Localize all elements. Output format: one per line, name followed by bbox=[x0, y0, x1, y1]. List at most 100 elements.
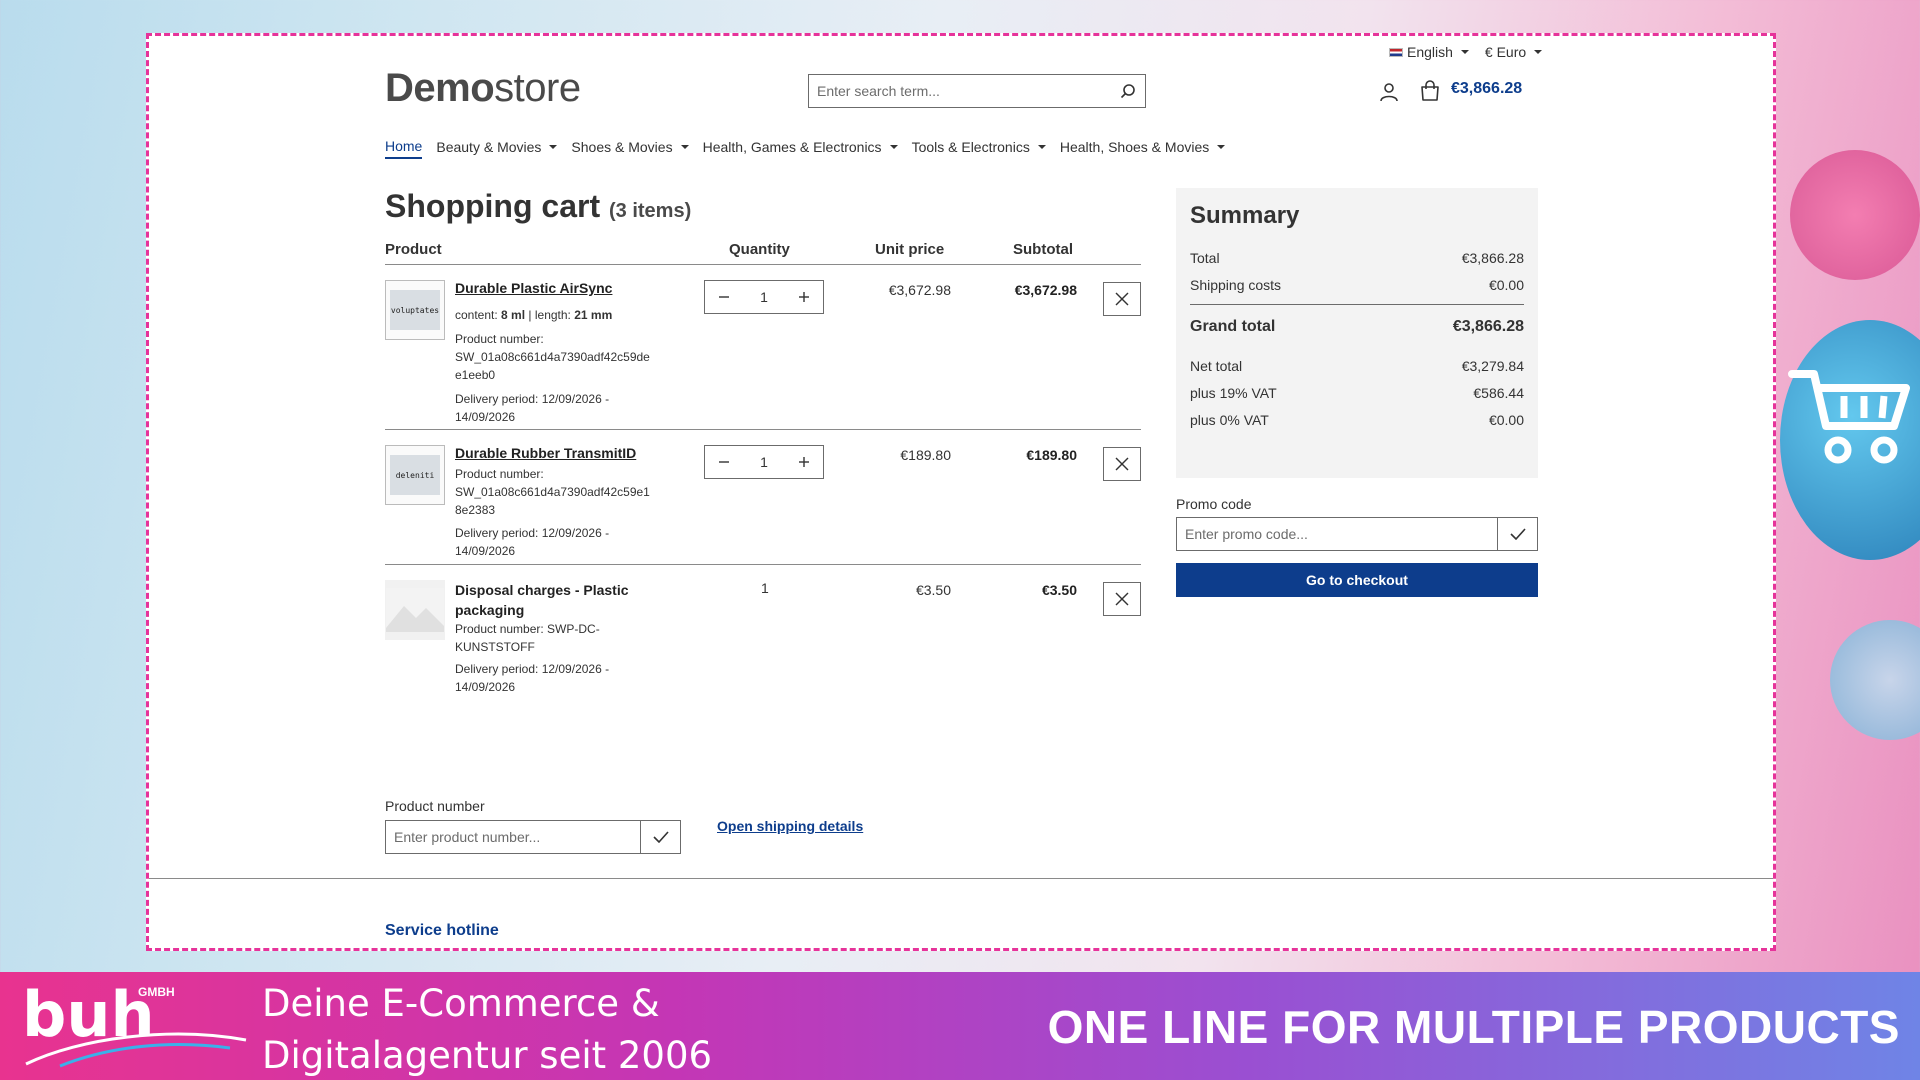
line-subtotal: €189.80 bbox=[1026, 447, 1077, 463]
checkmark-icon bbox=[652, 831, 669, 843]
currency-selector[interactable]: € Euro bbox=[1485, 44, 1543, 60]
quantity-value[interactable]: 1 bbox=[743, 454, 785, 470]
add-product-button[interactable] bbox=[640, 821, 680, 853]
summary-value: €586.44 bbox=[1473, 384, 1524, 401]
buh-logo: buh GMBH bbox=[22, 980, 247, 1068]
remove-item-button[interactable] bbox=[1103, 282, 1141, 316]
product-name-link[interactable]: Durable Plastic AirSync bbox=[455, 280, 612, 296]
cart-total[interactable]: €3,866.28 bbox=[1451, 80, 1522, 98]
decorative-cart-icon bbox=[1788, 370, 1910, 464]
summary-label: Total bbox=[1190, 249, 1220, 266]
product-name-link[interactable]: Durable Rubber TransmitID bbox=[455, 445, 636, 461]
nav-item-shoes-movies[interactable]: Shoes & Movies bbox=[571, 138, 689, 159]
variant-label: length: bbox=[534, 308, 571, 322]
product-name: Disposal charges - Plastic packaging bbox=[455, 580, 645, 620]
page-title: Shopping cart (3 items) bbox=[385, 188, 691, 225]
increase-quantity-button[interactable] bbox=[785, 446, 823, 478]
nav-label: Health, Games & Electronics bbox=[702, 139, 882, 155]
thumbnail-text: deleniti bbox=[390, 455, 440, 495]
minus-icon bbox=[719, 461, 729, 463]
checkmark-icon bbox=[1509, 528, 1526, 540]
nav-label: Shoes & Movies bbox=[571, 139, 673, 155]
summary-value: €3,866.28 bbox=[1452, 317, 1524, 335]
nav-item-beauty-movies[interactable]: Beauty & Movies bbox=[436, 138, 558, 159]
summary-label: Shipping costs bbox=[1190, 276, 1282, 293]
increase-quantity-button[interactable] bbox=[785, 281, 823, 313]
promo-code-form bbox=[1176, 517, 1538, 551]
delivery-text: 14/09/2026 bbox=[455, 544, 516, 558]
product-number: Product number: SW_01a08c661d4a7390adf42… bbox=[455, 465, 665, 519]
chevron-down-icon bbox=[549, 145, 558, 149]
delivery-period: Delivery period: 12/09/2026 - 14/09/2026 bbox=[455, 524, 665, 560]
search-bar bbox=[808, 74, 1146, 108]
checkout-button[interactable]: Go to checkout bbox=[1176, 563, 1538, 597]
main-nav: Home Beauty & Movies Shoes & Movies Heal… bbox=[385, 138, 1226, 159]
summary-label: plus 0% VAT bbox=[1190, 411, 1269, 428]
unit-price: €3.50 bbox=[915, 582, 951, 598]
remove-item-button[interactable] bbox=[1103, 447, 1141, 481]
nav-label: Tools & Electronics bbox=[911, 139, 1030, 155]
agency-tagline: Deine E-Commerce & Digitalagentur seit 2… bbox=[262, 978, 712, 1080]
summary-value: €3,279.84 bbox=[1461, 357, 1524, 374]
summary-label: Grand total bbox=[1190, 317, 1276, 335]
chevron-down-icon bbox=[889, 145, 898, 149]
product-number-label: Product number bbox=[385, 798, 485, 814]
nav-item-health-shoes-movies[interactable]: Health, Shoes & Movies bbox=[1060, 138, 1226, 159]
decrease-quantity-button[interactable] bbox=[705, 281, 743, 313]
line-subtotal: €3.50 bbox=[1041, 582, 1077, 598]
column-product: Product bbox=[385, 241, 442, 258]
product-number-input[interactable] bbox=[386, 821, 640, 853]
column-unit-price: Unit price bbox=[875, 241, 945, 258]
product-number: Product number: SWP-DC- KUNSTSTOFF bbox=[455, 620, 665, 656]
product-number-label: Product number: bbox=[455, 332, 544, 346]
screenshot-frame: English € Euro Demostore Enter search te… bbox=[146, 33, 1776, 951]
remove-item-button[interactable] bbox=[1103, 582, 1141, 616]
product-thumbnail[interactable]: deleniti bbox=[385, 445, 445, 505]
search-icon bbox=[1120, 84, 1135, 99]
thumbnail-text: voluptates bbox=[390, 290, 440, 330]
product-variant: content: 8 ml | length: 21 mm bbox=[455, 308, 613, 322]
logo-bold-text: Demo bbox=[385, 66, 495, 110]
product-number-value: KUNSTSTOFF bbox=[455, 640, 535, 654]
variant-label: content: bbox=[455, 308, 498, 322]
nav-label: Home bbox=[385, 138, 423, 154]
promo-code-input[interactable] bbox=[1177, 518, 1497, 550]
nav-item-home[interactable]: Home bbox=[385, 138, 423, 159]
service-hotline-heading: Service hotline bbox=[385, 922, 499, 939]
uk-flag-icon bbox=[1389, 47, 1403, 57]
summary-value: €0.00 bbox=[1488, 411, 1524, 428]
product-number-value: 8e2383 bbox=[455, 503, 496, 517]
quantity-value[interactable]: 1 bbox=[743, 289, 785, 305]
search-input[interactable] bbox=[809, 75, 1111, 107]
line-subtotal: €3,672.98 bbox=[1014, 282, 1077, 298]
quantity-stepper: 1 bbox=[704, 280, 824, 314]
logo-suffix: GMBH bbox=[138, 985, 175, 999]
close-icon bbox=[1115, 457, 1129, 471]
image-placeholder-icon bbox=[386, 588, 444, 632]
logo-text: buh bbox=[22, 980, 155, 1051]
chevron-down-icon bbox=[1460, 50, 1469, 54]
logo-light-text: store bbox=[494, 66, 581, 110]
plus-icon bbox=[799, 292, 809, 302]
search-button[interactable] bbox=[1111, 74, 1145, 108]
nav-item-health-games-electronics[interactable]: Health, Games & Electronics bbox=[703, 138, 898, 159]
plus-icon bbox=[799, 457, 809, 467]
cart-icon[interactable] bbox=[1419, 80, 1441, 102]
account-icon[interactable] bbox=[1379, 82, 1399, 102]
product-thumbnail[interactable]: voluptates bbox=[385, 280, 445, 340]
open-shipping-details-link[interactable]: Open shipping details bbox=[717, 818, 863, 834]
unit-price: €3,672.98 bbox=[888, 282, 951, 298]
product-thumbnail bbox=[385, 580, 445, 640]
decrease-quantity-button[interactable] bbox=[705, 446, 743, 478]
chevron-down-icon bbox=[680, 145, 689, 149]
summary-value: €3,866.28 bbox=[1461, 249, 1524, 266]
store-logo[interactable]: Demostore bbox=[385, 66, 581, 111]
summary-shipping: Shipping costs €0.00 bbox=[1190, 271, 1524, 298]
delivery-period: Delivery period: 12/09/2026 - 14/09/2026 bbox=[455, 390, 665, 426]
summary-net-total: Net total €3,279.84 bbox=[1190, 352, 1524, 379]
nav-item-tools-electronics[interactable]: Tools & Electronics bbox=[912, 138, 1046, 159]
language-selector[interactable]: English bbox=[1389, 44, 1469, 60]
promo-code-label: Promo code bbox=[1176, 496, 1252, 512]
apply-promo-button[interactable] bbox=[1497, 518, 1537, 550]
order-summary: Summary Total €3,866.28 Shipping costs €0.… bbox=[1176, 188, 1538, 478]
